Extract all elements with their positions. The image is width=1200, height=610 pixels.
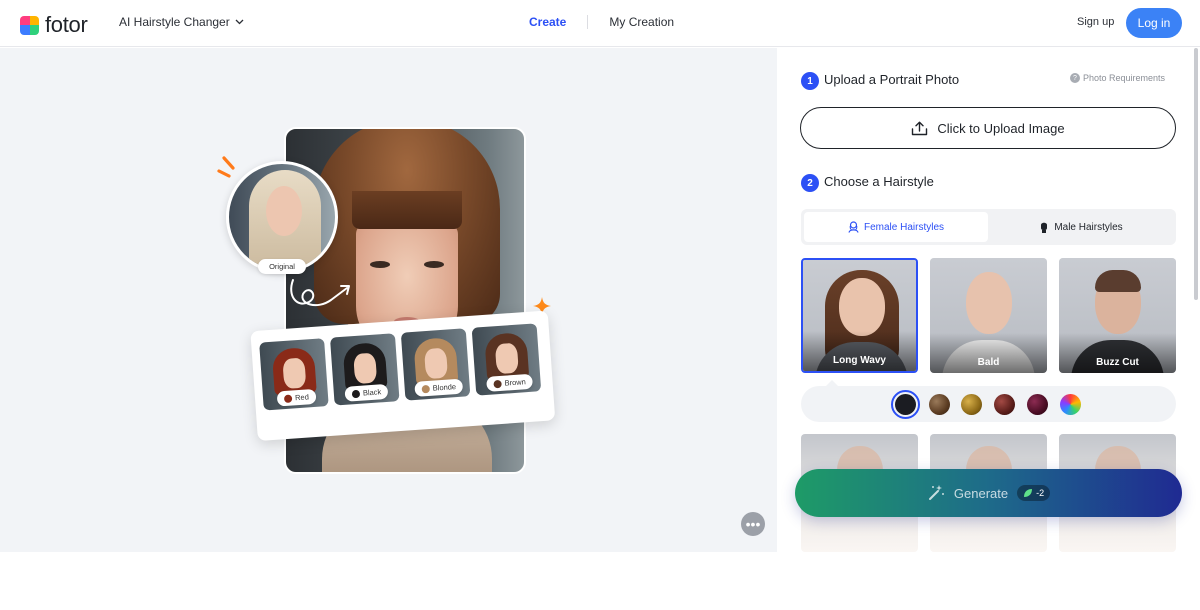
step-1-title: Upload a Portrait Photo — [824, 72, 960, 87]
upload-image-button[interactable]: Click to Upload Image — [800, 107, 1176, 149]
photo-requirements-link[interactable]: ? Photo Requirements — [1070, 73, 1165, 83]
step-2-title: Choose a Hairstyle — [824, 174, 934, 189]
nav-divider — [587, 15, 589, 29]
login-button[interactable]: Log in — [1126, 8, 1182, 38]
photo-requirements-label: Photo Requirements — [1083, 73, 1166, 83]
color-swatch-golden[interactable] — [961, 394, 982, 415]
main-nav: Create My Creation — [529, 15, 674, 29]
fotor-logo[interactable]: fotor — [20, 12, 88, 38]
question-icon: ? — [1070, 73, 1080, 83]
nav-create[interactable]: Create — [529, 15, 566, 29]
hair-color-examples-strip: Red Black Blonde Brown — [250, 310, 556, 441]
color-swatch-black[interactable] — [891, 390, 920, 419]
male-icon — [1041, 222, 1048, 233]
more-dots-icon[interactable]: ••• — [741, 512, 765, 536]
color-swatch-burgundy[interactable] — [1027, 394, 1048, 415]
curly-arrow-icon — [290, 279, 350, 307]
leaf-icon — [1024, 489, 1033, 497]
color-swatch-auburn[interactable] — [994, 394, 1015, 415]
hairstyle-card-buzz-cut[interactable]: Buzz Cut — [1059, 258, 1176, 373]
color-swatch-brown[interactable] — [929, 394, 950, 415]
tool-name: AI Hairstyle Changer — [119, 15, 230, 29]
tab-female-label: Female Hairstyles — [863, 221, 945, 233]
fotor-logo-mark — [20, 15, 39, 35]
hairstyle-gender-tabs: Female Hairstyles Male Hairstyles — [801, 209, 1176, 245]
logo-text: fotor — [45, 12, 88, 37]
step-1-badge: 1 — [801, 72, 819, 90]
hair-color-picker — [801, 386, 1176, 422]
hairstyle-label: Long Wavy — [833, 355, 886, 366]
credit-cost-badge: -2 — [1017, 485, 1051, 501]
magic-wand-icon — [928, 485, 944, 500]
original-photo-thumbnail — [226, 161, 338, 273]
female-icon — [848, 221, 859, 233]
tab-male-label: Male Hairstyles — [1054, 221, 1123, 233]
hairstyle-label: Bald — [977, 357, 1000, 368]
upload-icon — [912, 121, 928, 135]
tool-switcher[interactable]: AI Hairstyle Changer — [119, 15, 244, 29]
tab-male-hairstyles[interactable]: Male Hairstyles — [989, 212, 1173, 242]
generate-button[interactable]: Generate -2 — [795, 469, 1182, 517]
step-2-badge: 2 — [801, 174, 819, 192]
hairstyle-card-bald[interactable]: Bald — [930, 258, 1047, 373]
tab-female-hairstyles[interactable]: Female Hairstyles — [804, 212, 988, 242]
upload-button-label: Click to Upload Image — [937, 120, 1065, 136]
chevron-down-icon — [235, 19, 244, 25]
example-tag-red: Red — [276, 388, 317, 407]
top-header: fotor AI Hairstyle Changer Create My Cre… — [0, 0, 1200, 47]
color-swatch-rainbow[interactable] — [1060, 394, 1081, 415]
hairstyle-card-long-wavy[interactable]: Long Wavy — [801, 258, 918, 373]
nav-my-creation[interactable]: My Creation — [609, 15, 674, 29]
original-label: Original — [258, 259, 306, 274]
sparkle-lines-icon — [217, 156, 235, 178]
hairstyle-label: Buzz Cut — [1096, 357, 1139, 368]
example-tag-black: Black — [344, 383, 389, 402]
panel-scrollbar[interactable] — [1194, 48, 1198, 300]
credit-cost: -2 — [1036, 488, 1045, 498]
signup-link[interactable]: Sign up — [1077, 16, 1114, 28]
generate-label: Generate — [953, 485, 1009, 501]
